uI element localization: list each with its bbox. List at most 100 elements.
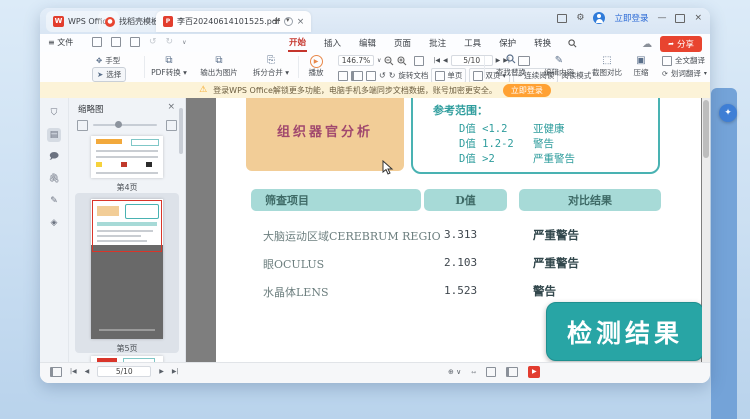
first-page-icon[interactable]: |◀	[433, 57, 440, 64]
status-last-page-icon[interactable]: ▶|	[172, 368, 179, 375]
panel-icon-strip: ⛉ ▤ 🗩 🖇 ✎ ◈	[40, 98, 69, 362]
sidebar-scrollbar[interactable]	[179, 108, 183, 154]
compress-button[interactable]: ▣ 压缩	[626, 54, 656, 78]
zoom-out-icon[interactable]	[384, 55, 394, 66]
status-next-page-icon[interactable]: ▶	[159, 368, 164, 375]
thumbnail-panel-icon[interactable]: ▤	[47, 128, 61, 142]
ribbon-tab-convert[interactable]: 转换	[533, 35, 552, 51]
sidebar-title: 缩略图	[78, 105, 104, 115]
more-panel-icon[interactable]: ◈	[47, 216, 61, 230]
undo-icon[interactable]: ↺	[149, 37, 157, 47]
status-first-page-icon[interactable]: |◀	[70, 368, 77, 375]
rotate-doc-button[interactable]: 旋转文档	[398, 70, 428, 81]
login-notice-bar: ⚠ 登录WPS Office解锁更多功能，电脑手机多端同步文档数据，账号加密更安…	[40, 82, 710, 99]
user-avatar[interactable]	[593, 12, 606, 24]
sidebar-close-icon[interactable]: ×	[167, 102, 175, 112]
sidebar-toggle-icon[interactable]	[50, 366, 62, 377]
open-file-icon[interactable]	[92, 37, 102, 47]
new-tab-button[interactable]: +	[272, 14, 281, 27]
bookmark-panel-icon[interactable]: ⛉	[47, 106, 61, 120]
thumb5-viewport-rect	[92, 200, 162, 252]
capture-compare-button[interactable]: ⬚ 截图对比	[584, 54, 630, 78]
status-page-input[interactable]: 5/10	[97, 366, 152, 377]
tab-close-icon[interactable]: ×	[297, 17, 305, 27]
redo-icon[interactable]: ↻	[166, 37, 174, 47]
export-image-button[interactable]: ⧉ 输出为图片	[196, 54, 242, 78]
share-button[interactable]: ➦ 分享	[660, 36, 702, 52]
file-menu-button[interactable]: ≡ 文件	[48, 37, 73, 48]
tab-list-caret-icon[interactable]: ▾	[286, 16, 290, 24]
fit-visible-icon[interactable]	[366, 70, 376, 81]
document-scrollbar[interactable]	[702, 98, 710, 362]
save-icon[interactable]	[111, 37, 121, 47]
thumbnail-page-5[interactable]	[91, 199, 163, 339]
ribbon-search-icon[interactable]	[568, 38, 577, 48]
thumb4-teal-box	[131, 139, 159, 146]
restore-button[interactable]	[675, 13, 686, 23]
edit-content-button[interactable]: ✎ 编辑内容	[536, 54, 582, 78]
ribbon-tab-tools[interactable]: 工具	[463, 35, 482, 51]
document-scrollbar-thumb[interactable]	[703, 100, 709, 158]
compress-icon: ▣	[636, 55, 646, 66]
split-screen-icon[interactable]	[557, 13, 568, 23]
document-canvas: 组织器官分析 参考范围： D值 <1.2 亚健康 D值 1.2-2 警告 D值 >2…	[186, 98, 710, 362]
fit-selection-icon[interactable]	[414, 55, 425, 66]
status-zoom-icon[interactable]: ⊕ ∨	[448, 368, 461, 376]
slider-track[interactable]	[93, 124, 157, 126]
play-button[interactable]: ▶ 播放	[300, 54, 332, 78]
status-prev-page-icon[interactable]: ◀	[85, 368, 90, 375]
settings-gear-icon[interactable]: ⚙	[576, 13, 584, 23]
print-icon[interactable]	[130, 37, 140, 47]
section-title: 组织器官分析	[276, 125, 373, 140]
notice-login-button[interactable]: 立即登录	[502, 83, 551, 97]
zoom-caret-icon[interactable]: ∨	[377, 57, 381, 64]
mouse-cursor	[382, 160, 394, 175]
toolbar-page-input[interactable]: 5/10	[450, 55, 493, 66]
ribbon-tab-comment[interactable]: 批注	[428, 35, 447, 51]
attachment-panel-icon[interactable]: 🖇	[47, 172, 61, 186]
quick-access-caret-icon[interactable]: ∨	[182, 39, 186, 46]
rotate-right-icon[interactable]: ↻	[389, 71, 396, 80]
find-replace-icon	[506, 54, 516, 64]
ribbon-tab-insert[interactable]: 插入	[323, 35, 342, 51]
ribbon-tab-protect[interactable]: 保护	[498, 35, 517, 51]
reference-line: D值 >2 严重警告	[459, 153, 575, 165]
status-play-button[interactable]: ▶	[528, 366, 541, 378]
ribbon-tab-home[interactable]: 开始	[288, 34, 308, 52]
comment-panel-icon[interactable]: 🗩	[47, 150, 61, 164]
pdf-convert-button[interactable]: ⧉ PDF转换 ▾	[146, 54, 192, 78]
titlebar-login-link[interactable]: 立即登录	[614, 12, 648, 24]
zoom-value-box[interactable]: 146.7%	[338, 55, 374, 66]
zoom-in-icon[interactable]	[397, 55, 407, 66]
find-replace-button[interactable]: 查找替换	[488, 54, 534, 78]
tab-docer-label: 找稻壳模板	[119, 17, 159, 26]
status-two-page-icon[interactable]	[506, 367, 519, 377]
select-tool-button[interactable]: 选择	[106, 69, 121, 80]
translate-full-button[interactable]: 全文翻译	[675, 55, 705, 66]
hand-tool-icon: ✥	[96, 56, 103, 65]
cloud-sync-icon[interactable]: ☁	[642, 39, 652, 50]
fit-page-icon[interactable]	[338, 70, 348, 81]
split-merge-button[interactable]: ⎘ 拆分合并 ▾	[248, 54, 294, 78]
prev-page-icon[interactable]: ◀	[443, 57, 448, 64]
fit-width-icon[interactable]	[351, 70, 363, 81]
slider-handle[interactable]	[115, 121, 122, 128]
status-fit-width-icon[interactable]: ⇿	[471, 369, 476, 376]
docer-icon: ●	[105, 16, 115, 27]
status-single-page-icon[interactable]	[486, 367, 497, 377]
ribbon-tab-page[interactable]: 页面	[393, 35, 412, 51]
single-page-button[interactable]: 单页	[431, 68, 467, 83]
ribbon-tab-edit[interactable]: 编辑	[358, 35, 377, 51]
rotate-left-icon[interactable]: ↺	[379, 71, 386, 80]
assistant-floating-button[interactable]: ✦	[719, 104, 737, 122]
thumbnail-page-4[interactable]	[91, 136, 163, 178]
annotate-panel-icon[interactable]: ✎	[47, 194, 61, 208]
close-button[interactable]: ×	[694, 13, 702, 23]
hand-tool-button[interactable]: 手型	[105, 55, 120, 66]
minimize-button[interactable]: —	[657, 13, 666, 23]
translate-word-button[interactable]: 划词翻译	[671, 68, 701, 79]
window-tab-bar: W WPS Office ● 找稻壳模板 P 李百20240614101525.…	[40, 8, 710, 34]
select-tool-icon: ➤	[97, 70, 104, 79]
split-merge-icon: ⎘	[267, 55, 275, 66]
thumbnail-size-slider[interactable]	[77, 120, 177, 131]
